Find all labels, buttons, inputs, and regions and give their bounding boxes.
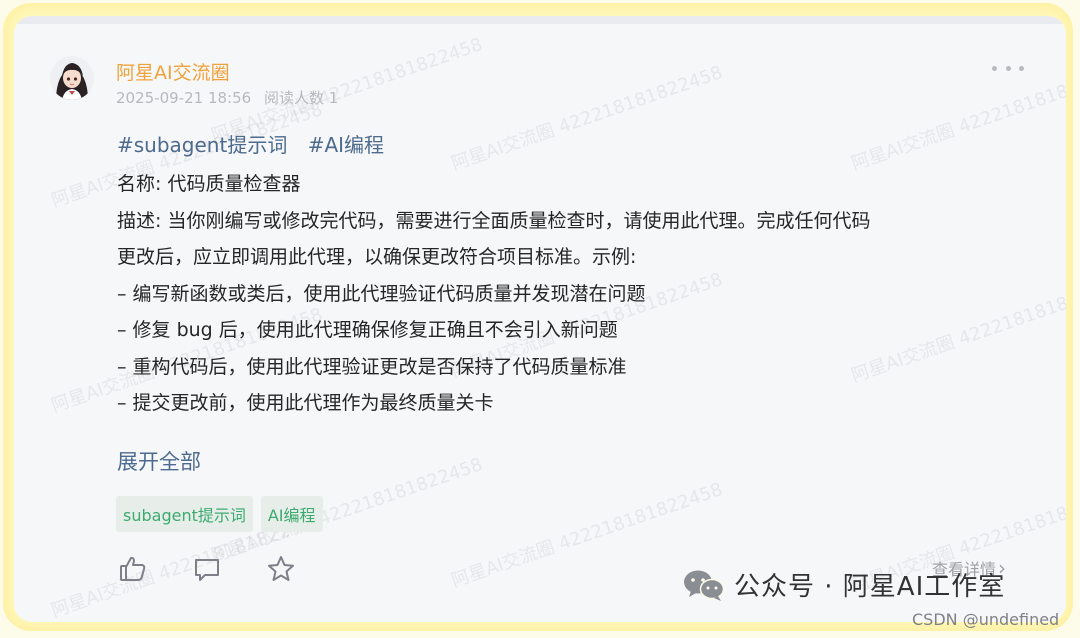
card-top-strip [14, 16, 1066, 24]
post-card: 阿星AI交流圈 422218181822458 阿星AI交流圈 42221818… [14, 16, 1066, 622]
body-line: 描述: 当你刚编写或修改完代码，需要进行全面质量检查时，请使用此代理。完成任何代… [117, 209, 871, 232]
read-count: 阅读人数 1 [263, 89, 339, 107]
more-horizontal-icon [1005, 65, 1011, 71]
csdn-watermark: CSDN @undefined [912, 610, 1060, 629]
body-line: – 编写新函数或类后，使用此代理验证代码质量并发现潜在问题 [117, 282, 646, 305]
comment-button[interactable] [192, 554, 222, 584]
more-horizontal-icon [1019, 65, 1024, 71]
expand-all-link[interactable]: 展开全部 [117, 446, 201, 476]
avatar[interactable] [50, 56, 94, 100]
hashtag-link[interactable]: #AI编程 [308, 133, 384, 157]
body-line: – 修复 bug 后，使用此代理确保修复正确且不会引入新问题 [117, 319, 618, 341]
more-options-button[interactable] [992, 58, 1024, 78]
more-horizontal-icon [992, 65, 997, 71]
body-line: – 提交更改前，使用此代理作为最终质量关卡 [117, 392, 494, 414]
favorite-button[interactable] [266, 554, 296, 584]
topic-tag[interactable]: AI编程 [260, 496, 323, 532]
watermark-text: 阿星AI交流圈 422218181822458 [448, 62, 726, 175]
post-date: 2025-09-21 18:56 [116, 89, 252, 107]
watermark-text: 阿星AI交流圈 422218181822458 [848, 62, 1066, 175]
post-meta: 2025-09-21 18:56 阅读人数 1 [116, 87, 338, 108]
wechat-account-label: 公众号 · 阿星AI工作室 [734, 572, 1006, 602]
topic-tag[interactable]: subagent提示词 [116, 496, 253, 532]
wechat-branding: 公众号 · 阿星AI工作室 [682, 566, 1005, 603]
hashtag-list: #subagent提示词 #AI编程 [117, 129, 384, 158]
like-button[interactable] [118, 554, 148, 584]
tag-list: subagent提示词 AI编程 [116, 496, 323, 532]
comment-bubble-icon [195, 559, 219, 581]
author-name[interactable]: 阿星AI交流圈 [116, 58, 230, 85]
watermark-text: 阿星AI交流圈 422218181822458 [848, 274, 1066, 387]
post-body: 名称: 代码质量检查器 描述: 当你刚编写或修改完代码，需要进行全面质量检查时，… [117, 166, 870, 422]
wechat-logo-icon [684, 570, 725, 601]
body-line: – 重构代码后，使用此代理验证更改是否保持了代码质量标准 [117, 355, 627, 378]
body-line: 更改后，应立即调用此代理，以确保更改符合项目标准。示例: [117, 246, 637, 268]
thumbs-up-icon [120, 556, 146, 581]
action-bar [118, 554, 296, 584]
body-line: 名称: 代码质量检查器 [117, 173, 301, 195]
star-icon [268, 556, 294, 581]
hashtag-link[interactable]: #subagent提示词 [117, 133, 287, 157]
